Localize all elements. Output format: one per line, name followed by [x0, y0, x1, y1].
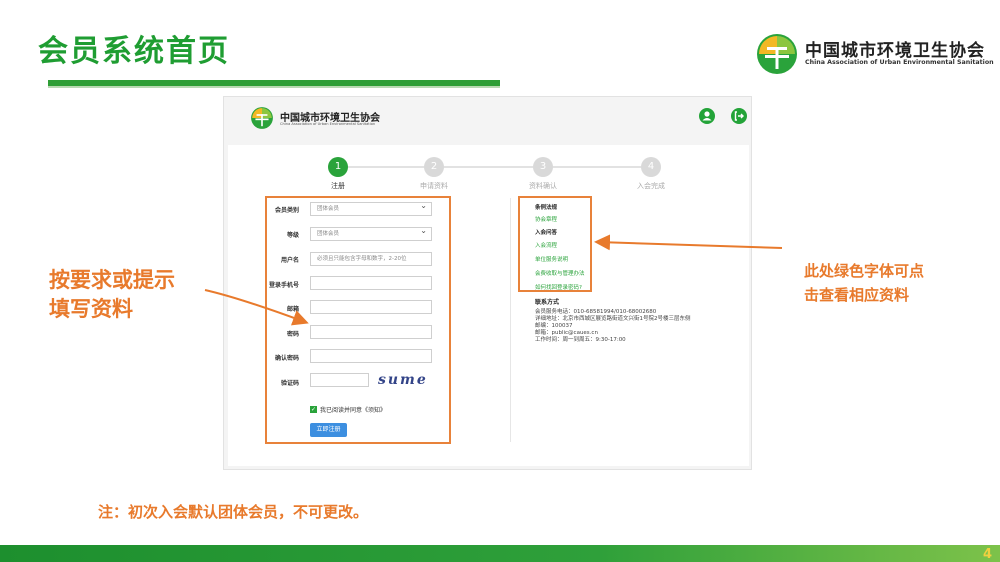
left-annotation-line1: 按要求或提示	[49, 268, 175, 292]
left-annotation: 按要求或提示 填写资料	[49, 266, 175, 324]
left-annotation-line2: 填写资料	[49, 297, 133, 321]
footer-bar	[0, 545, 1000, 562]
right-annotation-line2: 击查看相应资料	[804, 286, 910, 304]
left-arrow	[204, 289, 309, 326]
page-number: 4	[982, 547, 992, 562]
right-annotation-line1: 此处绿色字体可点	[804, 262, 925, 280]
right-arrow	[594, 234, 783, 251]
note-text: 注：初次入会默认团体会员，不可更改。	[98, 503, 369, 521]
right-annotation: 此处绿色字体可点 击查看相应资料	[804, 259, 924, 307]
